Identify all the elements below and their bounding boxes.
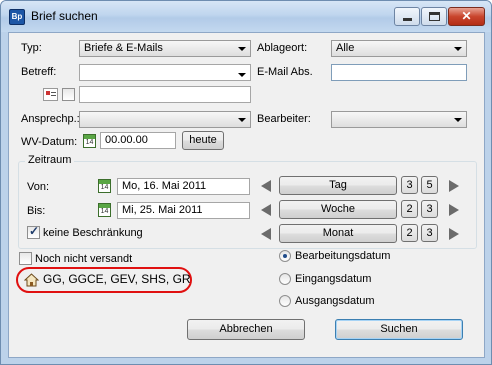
calendar-icon[interactable]: 14 — [98, 203, 111, 217]
noch-nicht-versandt-label: Noch nicht versandt — [35, 253, 133, 265]
radio-eingangsdatum-label: Eingangsdatum — [295, 273, 372, 285]
email-label: E-Mail Abs. — [257, 66, 313, 78]
bearbeiter-dropdown[interactable] — [331, 111, 467, 128]
tag-count-1[interactable]: 3 — [401, 176, 418, 194]
chevron-down-icon — [238, 47, 246, 51]
dialog-client-area: Typ: Briefe & E-Mails Ablageort: Alle Be… — [8, 32, 485, 358]
address-card-icon[interactable] — [43, 88, 58, 101]
wv-datum-input[interactable]: 00.00.00 — [100, 132, 176, 149]
bis-date-value: Mi, 25. Mai 2011 — [122, 204, 203, 216]
ablageort-label: Ablageort: — [257, 42, 308, 54]
zeitraum-title: Zeitraum — [25, 154, 75, 166]
home-icon[interactable] — [24, 273, 39, 287]
monat-button[interactable]: Monat — [279, 224, 397, 243]
ansprechp-dropdown[interactable] — [79, 111, 251, 128]
radio-eingangsdatum[interactable] — [279, 273, 291, 285]
keine-beschraenkung-label: keine Beschränkung — [43, 227, 143, 239]
von-date-input[interactable]: Mo, 16. Mai 2011 — [117, 178, 250, 195]
keine-beschraenkung-checkbox[interactable]: ✓ — [27, 224, 40, 239]
tag-button[interactable]: Tag — [279, 176, 397, 195]
arrow-right-icon[interactable] — [449, 228, 459, 240]
woche-button[interactable]: Woche — [279, 200, 397, 219]
wv-datum-value: 00.00.00 — [105, 134, 148, 146]
mandant-text[interactable]: GG, GGCE, GEV, SHS, GR — [43, 272, 191, 286]
woche-count-1[interactable]: 2 — [401, 200, 418, 218]
von-date-value: Mo, 16. Mai 2011 — [122, 180, 207, 192]
wv-datum-label: WV-Datum: — [21, 136, 78, 148]
noch-nicht-versandt-checkbox[interactable] — [19, 252, 32, 265]
abbrechen-button[interactable]: Abbrechen — [187, 319, 305, 340]
radio-selected-dot — [283, 254, 287, 258]
tag-count-2[interactable]: 5 — [421, 176, 438, 194]
arrow-left-icon[interactable] — [261, 180, 271, 192]
calendar-icon[interactable]: 14 — [83, 134, 96, 148]
typ-label: Typ: — [21, 42, 42, 54]
window-title: Brief suchen — [31, 9, 98, 23]
close-button[interactable]: ✕ — [448, 7, 485, 26]
arrow-left-icon[interactable] — [261, 204, 271, 216]
chevron-down-icon — [238, 73, 246, 77]
radio-ausgangsdatum[interactable] — [279, 295, 291, 307]
monat-count-1[interactable]: 2 — [401, 224, 418, 242]
ansprechp-label: Ansprechp.: — [21, 113, 80, 125]
checkmark-icon: ✓ — [29, 224, 40, 238]
typ-dropdown[interactable]: Briefe & E-Mails — [79, 40, 251, 57]
maximize-button[interactable] — [421, 7, 447, 26]
arrow-left-icon[interactable] — [261, 228, 271, 240]
calendar-icon[interactable]: 14 — [98, 179, 111, 193]
bis-date-input[interactable]: Mi, 25. Mai 2011 — [117, 202, 250, 219]
dialog-window: Bp Brief suchen ✕ Typ: Briefe & E-Mails … — [0, 0, 492, 365]
extra-input[interactable] — [79, 86, 251, 103]
radio-bearbeitungsdatum-label: Bearbeitungsdatum — [295, 250, 391, 262]
minimize-icon — [403, 18, 412, 21]
radio-bearbeitungsdatum[interactable] — [279, 250, 291, 262]
title-bar[interactable]: Bp Brief suchen ✕ — [1, 1, 491, 32]
close-icon: ✕ — [461, 9, 472, 23]
minimize-button[interactable] — [394, 7, 420, 26]
radio-ausgangsdatum-label: Ausgangsdatum — [295, 295, 375, 307]
ablageort-dropdown[interactable]: Alle — [331, 40, 467, 57]
suchen-button[interactable]: Suchen — [335, 319, 463, 340]
bearbeiter-label: Bearbeiter: — [257, 113, 311, 125]
chevron-down-icon — [454, 118, 462, 122]
betreff-combobox[interactable] — [79, 64, 251, 81]
chevron-down-icon — [454, 47, 462, 51]
ablageort-value: Alle — [336, 42, 355, 54]
von-label: Von: — [27, 181, 50, 193]
extra-checkbox[interactable] — [62, 88, 75, 101]
chevron-down-icon — [238, 118, 246, 122]
arrow-right-icon[interactable] — [449, 180, 459, 192]
betreff-label: Betreff: — [21, 66, 57, 78]
monat-count-2[interactable]: 3 — [421, 224, 438, 242]
maximize-icon — [429, 12, 440, 21]
email-input[interactable] — [331, 64, 467, 81]
typ-value: Briefe & E-Mails — [84, 42, 163, 54]
woche-count-2[interactable]: 3 — [421, 200, 438, 218]
bis-label: Bis: — [27, 205, 46, 217]
arrow-right-icon[interactable] — [449, 204, 459, 216]
app-icon: Bp — [9, 9, 25, 25]
heute-button[interactable]: heute — [182, 131, 224, 150]
